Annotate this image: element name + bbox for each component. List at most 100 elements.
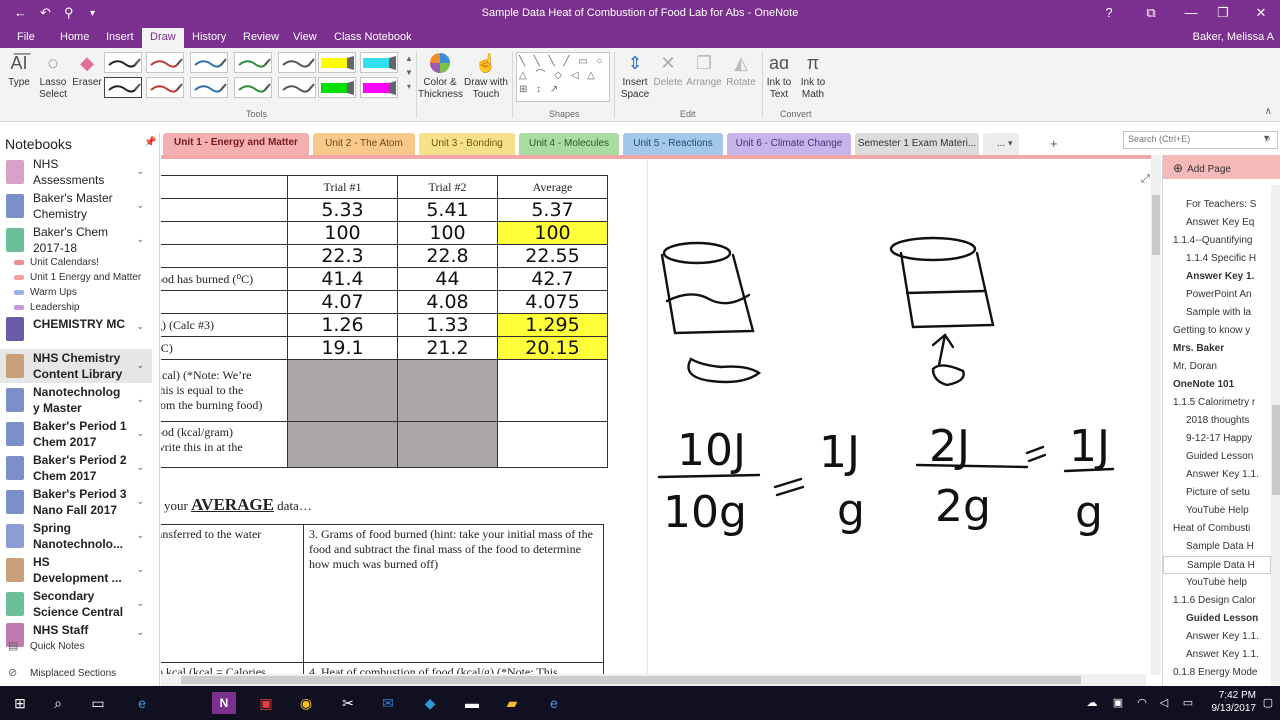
restore-button[interactable]: ❐ (1208, 5, 1238, 21)
shapes-gallery[interactable]: ╲ ╲ ╲ ╱ ▭ ○ △ ⌒ ◇ ◁ △ ⊞ ↕ ↗ (516, 52, 610, 102)
notebooks-header[interactable]: Notebooks (5, 136, 72, 152)
tab-home[interactable]: Home (60, 31, 89, 43)
lasso-select-button[interactable]: ◌ Lasso Select (36, 52, 70, 101)
ie-icon[interactable]: e (542, 692, 566, 714)
explorer-icon[interactable]: ▬ (460, 692, 484, 714)
page-item[interactable]: PowerPoint An (1163, 286, 1271, 304)
table-cell[interactable]: 1.26 (287, 313, 398, 337)
section-tab[interactable]: Unit 2 - The Atom (313, 133, 415, 155)
onenote-tray-icon[interactable]: ▣ (1106, 692, 1130, 714)
misplaced-sections[interactable]: ⊘ Misplaced Sections (0, 666, 160, 679)
section-tab[interactable]: Semester 1 Exam Materi... (855, 133, 979, 155)
highlighter-swatch[interactable] (360, 77, 398, 98)
volume-icon[interactable]: ◁ (1152, 692, 1176, 714)
table-cell[interactable]: 22.3 (287, 244, 398, 268)
notebook-item[interactable]: Spring Nanotechnolo... ⌄ (0, 519, 152, 553)
page-item[interactable]: 0.1.8 Energy Mode (1163, 664, 1271, 682)
page-item[interactable]: Heat of Combusti (1163, 520, 1271, 538)
tab-class-notebook[interactable]: Class Notebook (334, 31, 412, 43)
notebook-item[interactable]: NHS Assessments ⌄ (0, 155, 152, 189)
pen-swatch[interactable] (190, 77, 228, 98)
table-cell[interactable]: 42.7 (497, 267, 608, 291)
page-list-scrollbar[interactable] (1271, 185, 1280, 685)
chevron-down-icon[interactable]: ⌄ (136, 598, 144, 609)
task-view-icon[interactable]: ▭ (86, 692, 110, 714)
add-section-button[interactable]: + (1050, 136, 1058, 151)
tab-file[interactable]: File (17, 31, 35, 43)
pen-swatch[interactable] (104, 77, 142, 98)
chevron-down-icon[interactable]: ⌄ (136, 394, 144, 405)
table-cell[interactable]: 100 (287, 221, 398, 245)
page-item[interactable]: YouTube help (1163, 574, 1271, 592)
page-canvas[interactable]: ⤢ Trial #1 Trial #2 Average 5.33 5.41 5.37… (161, 155, 1151, 675)
page-item[interactable]: Sample with la (1163, 304, 1271, 322)
folder-icon[interactable]: ▰ (500, 692, 524, 714)
pen-swatch[interactable] (146, 52, 184, 73)
edge-icon[interactable]: e (130, 692, 154, 714)
notebook-item[interactable]: Baker's Chem 2017-18 ⌄ (0, 223, 152, 257)
page-item[interactable]: 1.1.4--Quantifying (1163, 232, 1271, 250)
chrome-icon[interactable]: ◉ (294, 692, 318, 714)
outlook-icon[interactable]: ✉ (376, 692, 400, 714)
chevron-down-icon[interactable]: ⌄ (136, 530, 144, 541)
chevron-down-icon[interactable]: ⌄ (136, 166, 144, 177)
app2-icon[interactable]: ◆ (418, 692, 442, 714)
table-cell[interactable]: 1.295 (497, 313, 608, 337)
tab-history[interactable]: History (192, 31, 226, 43)
table-cell[interactable]: 4.08 (397, 290, 498, 314)
table-cell[interactable]: 5.41 (397, 198, 498, 222)
chevron-down-icon[interactable]: ⌄ (136, 234, 144, 245)
draw-with-touch-button[interactable]: ☝ Draw with Touch (462, 52, 510, 101)
section-item[interactable]: Unit 1 Energy and Matter (14, 272, 141, 283)
search-scope-chevron-icon[interactable]: ▾ (1264, 133, 1269, 144)
delete-button[interactable]: ✕ Delete (652, 52, 684, 89)
table-cell[interactable]: 44 (397, 267, 498, 291)
notebook-item[interactable]: Baker's Period 2 Chem 2017 ⌄ (0, 451, 152, 485)
color-thickness-button[interactable]: Color & Thickness (418, 52, 463, 101)
chevron-down-icon[interactable]: ⌄ (136, 200, 144, 211)
highlighter-swatch[interactable] (360, 52, 398, 73)
chevron-down-icon[interactable]: ⌄ (136, 360, 144, 371)
notebook-item[interactable]: CHEMISTRY MC ⌄ (0, 315, 152, 341)
table-cell[interactable]: 21.2 (397, 336, 498, 360)
page-item[interactable]: Answer Key Eq (1163, 214, 1271, 232)
page-item[interactable]: Mrs. Baker (1163, 340, 1271, 358)
page-item[interactable]: Answer Key 1. (1163, 268, 1271, 286)
collapse-ribbon-icon[interactable]: ∧ (1265, 106, 1272, 117)
table-cell[interactable]: 100 (497, 221, 608, 245)
search-input[interactable]: Search (Ctrl+E) ⌕ (1123, 131, 1278, 149)
page-item[interactable]: 1.1.4 Specific H (1163, 250, 1271, 268)
chevron-down-icon[interactable]: ⌄ (136, 627, 144, 638)
section-tab[interactable]: Unit 1 - Energy and Matter (163, 133, 309, 157)
page-item[interactable]: Picture of setu (1163, 484, 1271, 502)
app-icon[interactable]: ▣ (254, 692, 278, 714)
notebook-item[interactable]: Baker's Master Chemistry ⌄ (0, 189, 152, 223)
pen-swatch[interactable] (234, 77, 272, 98)
table-cell[interactable]: 100 (397, 221, 498, 245)
chevron-down-icon[interactable]: ⌄ (136, 321, 144, 332)
page-item[interactable]: 2018 thoughts (1163, 412, 1271, 430)
pen-swatch[interactable] (190, 52, 228, 73)
add-page-button[interactable]: ⊕ Add Page (1163, 155, 1280, 179)
user-name[interactable]: Baker, Melissa A (1193, 31, 1274, 43)
pen-swatch[interactable] (104, 52, 142, 73)
ribbon-display-button[interactable]: ⧉ (1136, 5, 1166, 21)
table-cell[interactable]: 4.07 (287, 290, 398, 314)
tabs-overflow-chevron-icon[interactable]: ▾ (1008, 138, 1013, 149)
table-cell[interactable]: 20.15 (497, 336, 608, 360)
highlighter-swatch[interactable] (318, 77, 356, 98)
tab-view[interactable]: View (293, 31, 317, 43)
notebook-item[interactable]: NHS Chemistry Content Library ⌄ (0, 349, 152, 383)
page-item[interactable]: Mr. Doran (1163, 358, 1271, 376)
page-item[interactable]: Sample Data H (1163, 538, 1271, 556)
section-item[interactable]: Warm Ups (14, 287, 77, 298)
page-item[interactable]: YouTube Help (1163, 502, 1271, 520)
page-item[interactable]: Getting to know y (1163, 322, 1271, 340)
table-cell[interactable]: 22.55 (497, 244, 608, 268)
pen-swatch[interactable] (278, 77, 316, 98)
page-item[interactable]: 9-12-17 Happy (1163, 430, 1271, 448)
table-cell[interactable]: 22.8 (397, 244, 498, 268)
minimize-button[interactable]: — (1176, 5, 1206, 20)
tab-insert[interactable]: Insert (106, 31, 134, 43)
search-icon[interactable]: ⌕ (46, 692, 70, 714)
